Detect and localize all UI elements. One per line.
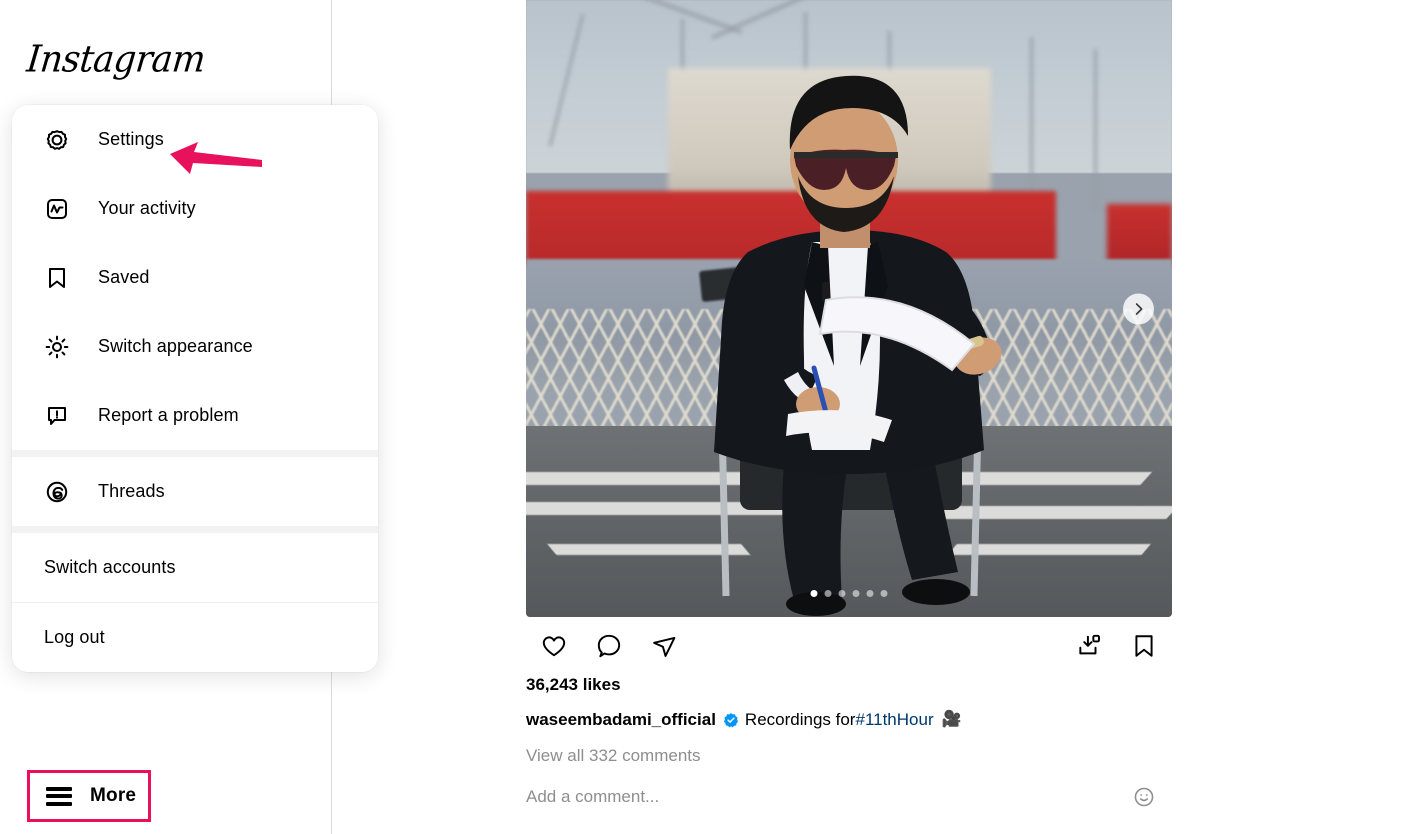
menu-item-label: Settings — [98, 129, 164, 149]
share-button[interactable] — [644, 626, 684, 666]
comment-bubble-icon — [597, 634, 621, 658]
sun-icon — [44, 334, 70, 360]
menu-item-settings[interactable]: Settings — [12, 105, 378, 174]
photo-person — [714, 75, 1002, 616]
menu-item-label: Log out — [44, 627, 105, 647]
post-actions-left — [534, 626, 684, 666]
gear-icon — [44, 127, 70, 153]
bookmark-icon — [44, 265, 70, 291]
more-button-label: More — [90, 785, 137, 806]
caption-text: Recordings for — [744, 710, 856, 729]
menu-item-log-out[interactable]: Log out — [12, 603, 378, 672]
carousel-next-button[interactable] — [1123, 293, 1154, 324]
heart-icon — [542, 636, 566, 657]
menu-item-label: Threads — [98, 481, 165, 501]
carousel-dot[interactable] — [838, 590, 846, 597]
more-menu-popover: Settings Your activity Saved Switch appe… — [12, 105, 378, 672]
menu-item-label: Saved — [98, 267, 150, 287]
carousel-dot[interactable] — [866, 590, 874, 597]
menu-item-your-activity[interactable]: Your activity — [12, 174, 378, 243]
activity-chart-icon — [44, 196, 70, 222]
verified-badge-icon — [723, 712, 739, 728]
smiley-face-icon — [1134, 787, 1154, 807]
view-all-comments-link[interactable]: View all 332 comments — [526, 746, 1172, 783]
menu-item-switch-accounts[interactable]: Switch accounts — [12, 533, 378, 602]
caption-emoji: 🎥 — [941, 711, 962, 728]
menu-item-label: Your activity — [98, 198, 196, 218]
post-text-block: 36,243 likes waseembadami_official Recor… — [526, 675, 1172, 811]
carousel-dot[interactable] — [810, 590, 818, 597]
menu-group-separator — [12, 526, 378, 533]
instagram-logo[interactable]: Instagram — [25, 39, 207, 81]
caption-hashtag[interactable]: #11thHour — [855, 709, 933, 731]
menu-item-switch-appearance[interactable]: Switch appearance — [12, 312, 378, 381]
chevron-right-icon — [1135, 302, 1143, 315]
menu-item-threads[interactable]: Threads — [12, 457, 378, 526]
paper-plane-icon — [653, 637, 676, 657]
likes-count[interactable]: 36,243 likes — [526, 675, 1172, 709]
post-container: 36,243 likes waseembadami_official Recor… — [526, 0, 1172, 811]
more-button[interactable]: More — [27, 770, 151, 822]
carousel-dot[interactable] — [824, 590, 832, 597]
hamburger-menu-icon — [46, 786, 72, 806]
menu-group-threads: Threads — [12, 457, 378, 526]
menu-group-separator — [12, 450, 378, 457]
carousel-dots — [810, 590, 888, 597]
menu-item-label: Report a problem — [98, 405, 239, 425]
comment-input[interactable] — [526, 787, 1130, 807]
instagram-page: Instagram More Settings Your activity Sa… — [0, 0, 1409, 834]
menu-item-label: Switch accounts — [44, 557, 176, 577]
post-action-bar — [526, 617, 1172, 675]
post-caption: waseembadami_official Recordings for #11… — [526, 709, 1172, 746]
menu-group-primary: Settings Your activity Saved Switch appe… — [12, 105, 378, 450]
menu-item-saved[interactable]: Saved — [12, 243, 378, 312]
menu-group-account: Switch accounts Log out — [12, 533, 378, 672]
emoji-picker-button[interactable] — [1130, 783, 1158, 811]
threads-icon — [44, 479, 70, 505]
like-button[interactable] — [534, 626, 574, 666]
bookmark-icon — [1135, 635, 1153, 657]
menu-item-label: Switch appearance — [98, 336, 253, 356]
comment-row — [526, 783, 1172, 811]
download-icon — [1079, 634, 1100, 655]
post-image[interactable] — [526, 0, 1172, 617]
download-button[interactable] — [1069, 626, 1109, 666]
report-problem-icon — [44, 403, 70, 429]
menu-item-report-a-problem[interactable]: Report a problem — [12, 381, 378, 450]
carousel-dot[interactable] — [880, 590, 888, 597]
carousel-dot[interactable] — [852, 590, 860, 597]
save-button[interactable] — [1124, 626, 1164, 666]
comment-button[interactable] — [589, 626, 629, 666]
post-actions-right — [1069, 626, 1164, 666]
caption-username[interactable]: waseembadami_official — [526, 709, 716, 731]
